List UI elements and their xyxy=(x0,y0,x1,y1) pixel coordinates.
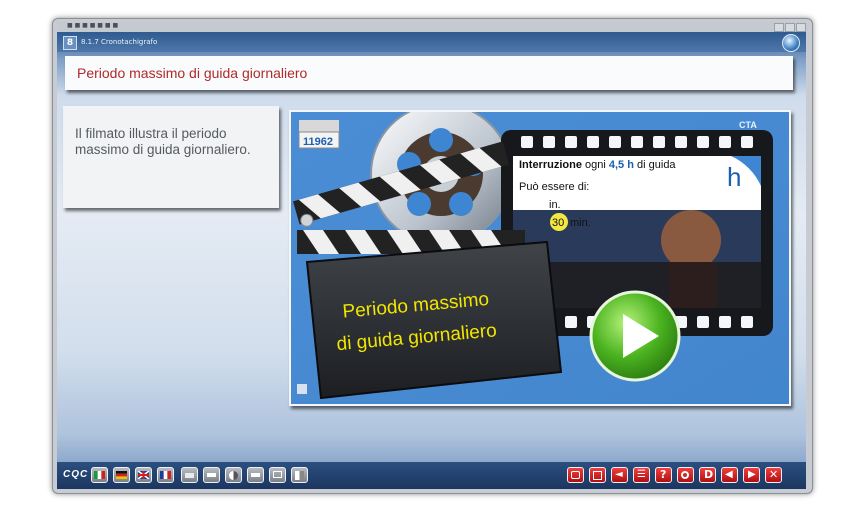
window-close-button[interactable] xyxy=(796,23,806,32)
info-hours: 4,5 h xyxy=(609,159,634,171)
page-title: Periodo massimo di guida giornaliero xyxy=(77,65,308,81)
info-suffix: di guida xyxy=(637,159,676,171)
description-text: Il filmato illustra il periodo massimo d… xyxy=(75,126,251,157)
tool-button-3[interactable] xyxy=(225,467,242,483)
record-icon xyxy=(681,471,689,479)
minimize-button[interactable] xyxy=(774,23,784,32)
tool-button-2[interactable] xyxy=(203,467,220,483)
display-icon xyxy=(273,471,282,478)
window-title: ■ ■ ■ ■ ■ ■ ■ xyxy=(67,22,119,29)
module-title: 8.1.7 Cronotachigrafo xyxy=(81,38,158,46)
page-header: Periodo massimo di guida giornaliero xyxy=(65,56,793,90)
index-icon: ☰ xyxy=(637,469,646,480)
play-icon xyxy=(589,290,681,382)
bar-icon xyxy=(251,473,260,477)
split-line2: min. xyxy=(570,217,591,229)
network-button[interactable] xyxy=(567,467,584,483)
flag-it-button[interactable] xyxy=(91,467,108,483)
window-titlebar: ■ ■ ■ ■ ■ ■ ■ xyxy=(57,22,806,32)
video-player[interactable]: Interruzione ogni 4,5 h di guida Può ess… xyxy=(289,110,791,406)
video-thumbnail: Interruzione ogni 4,5 h di guida Può ess… xyxy=(291,112,789,404)
letter-h: h xyxy=(727,162,741,192)
prev-button[interactable]: ◀ xyxy=(721,467,738,483)
d-button[interactable]: D xyxy=(699,467,716,483)
record-button[interactable] xyxy=(677,467,694,483)
contrast-icon xyxy=(229,471,238,480)
close-icon: ✕ xyxy=(769,468,779,481)
flag-italy-icon xyxy=(94,471,105,479)
tool-button-6[interactable] xyxy=(291,467,308,483)
list-icon xyxy=(593,471,602,480)
flag-uk-button[interactable] xyxy=(135,467,152,483)
d-icon: D xyxy=(704,468,714,481)
tool-button-4[interactable] xyxy=(247,467,264,483)
left-arrow-icon: ◀ xyxy=(725,469,733,480)
next-button[interactable]: ▶ xyxy=(743,467,760,483)
bar-icon xyxy=(207,473,216,477)
network-icon xyxy=(571,471,580,479)
close-button[interactable]: ✕ xyxy=(765,467,782,483)
question-icon: ? xyxy=(660,468,667,481)
split-line1: in. xyxy=(549,199,561,211)
flag-france-icon xyxy=(160,471,171,479)
flag-de-button[interactable] xyxy=(113,467,130,483)
index-button[interactable]: ☰ xyxy=(633,467,650,483)
tool-button-1[interactable] xyxy=(181,467,198,483)
info-middle: ogni xyxy=(585,159,606,171)
flag-uk-icon xyxy=(138,471,149,479)
split-num: 30 xyxy=(552,217,564,229)
right-arrow-icon: ▶ xyxy=(748,469,756,480)
bottom-toolbar: CQC ◄ ☰ ? D ◀ ▶ ✕ xyxy=(57,462,806,489)
video-corner-icon xyxy=(297,384,307,394)
flag-fr-button[interactable] xyxy=(157,467,174,483)
speaker-icon: ◄ xyxy=(615,469,623,480)
help-button[interactable]: ? xyxy=(655,467,672,483)
svg-text:Interruzione ogni 4,5 h di gui: Interruzione ogni 4,5 h di guida xyxy=(519,159,676,171)
play-button[interactable] xyxy=(589,290,681,382)
app-window: 8 8.1.7 Cronotachigrafo Periodo massimo … xyxy=(57,32,806,489)
cqc-logo: CQC xyxy=(63,469,89,480)
info-prefix: Interruzione xyxy=(519,159,582,171)
volume-button[interactable]: ◄ xyxy=(611,467,628,483)
half-icon xyxy=(295,471,304,480)
counter-label: 11962 xyxy=(303,136,333,148)
top-bar: 8 8.1.7 Cronotachigrafo xyxy=(57,32,806,52)
list-button[interactable] xyxy=(589,467,606,483)
brand-logo: CTA xyxy=(739,120,757,130)
keyboard-icon xyxy=(185,473,194,478)
flag-germany-icon xyxy=(116,471,127,479)
split-label: Può essere di: xyxy=(519,181,589,193)
globe-icon[interactable] xyxy=(782,34,800,52)
tool-button-5[interactable] xyxy=(269,467,286,483)
chapter-badge: 8 xyxy=(63,36,77,50)
maximize-button[interactable] xyxy=(785,23,795,32)
description-panel: Il filmato illustra il periodo massimo d… xyxy=(63,106,279,208)
